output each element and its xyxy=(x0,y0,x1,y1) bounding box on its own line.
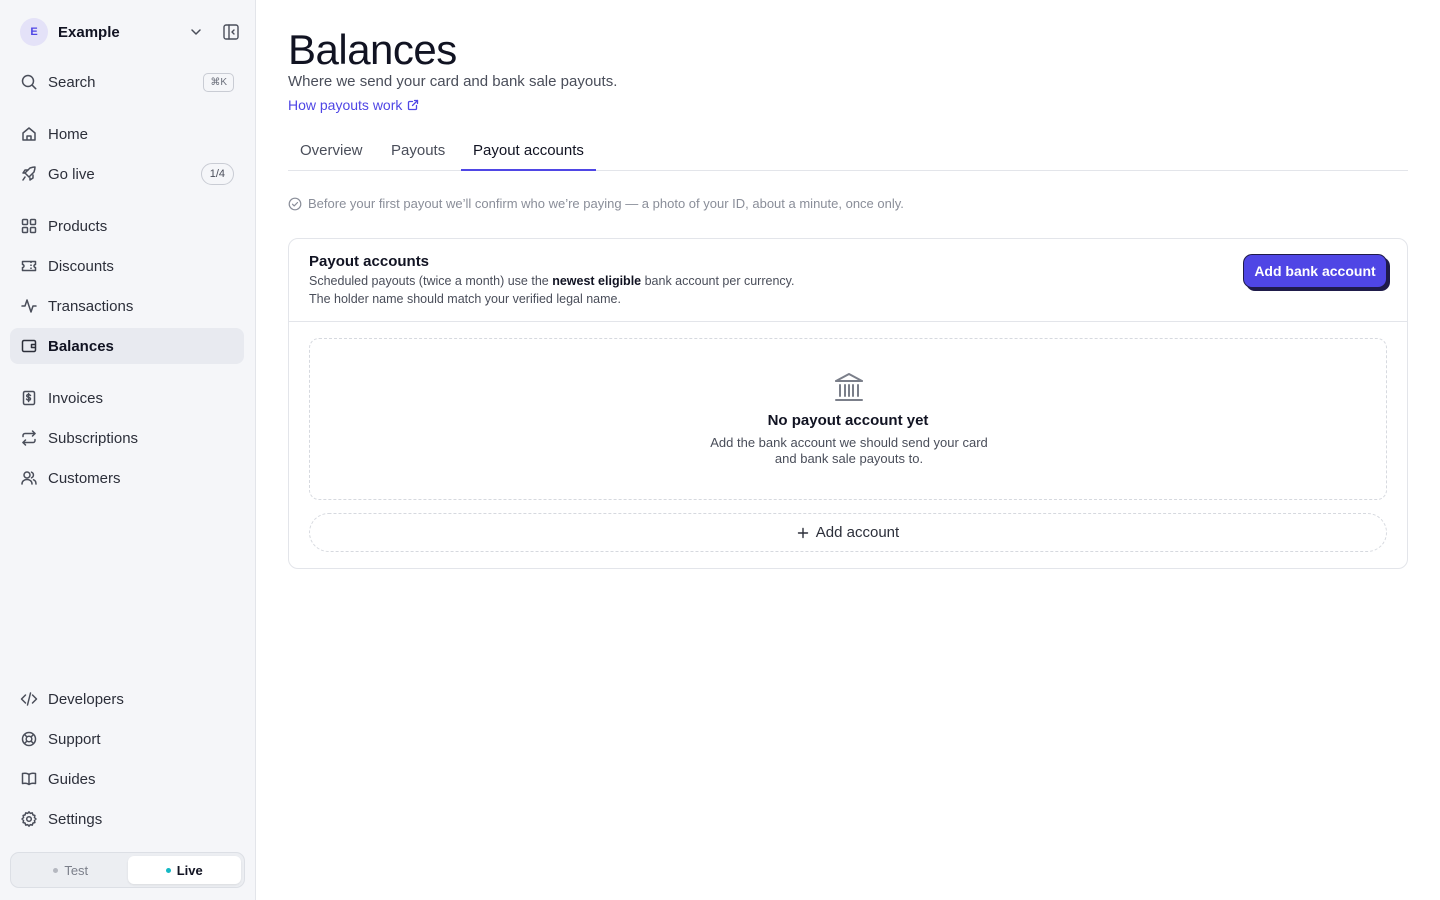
bank-icon xyxy=(835,373,863,401)
rocket-icon xyxy=(22,166,36,181)
sidebar-item-label: Home xyxy=(48,125,89,143)
grid-icon xyxy=(21,218,37,234)
test-mode-label: Test xyxy=(64,862,89,878)
sidebar-item-subscriptions[interactable]: Subscriptions xyxy=(10,420,244,456)
sidebar-item-label: Balances xyxy=(48,337,114,355)
tab-bar: Overview Payouts Payout accounts xyxy=(288,138,1408,171)
test-mode-dot xyxy=(53,867,59,873)
test-mode-option[interactable]: Test xyxy=(14,856,128,884)
wallet-icon xyxy=(21,339,37,353)
sidebar-item-go-live[interactable]: Go live 1/4 xyxy=(10,156,244,192)
tab-payout-accounts[interactable]: Payout accounts xyxy=(461,138,596,171)
sidebar-search[interactable]: Search ⌘K xyxy=(10,64,244,100)
description-emphasis: newest eligible xyxy=(552,274,642,288)
external-link-icon xyxy=(408,99,419,111)
sidebar-item-label: Discounts xyxy=(48,257,114,275)
gear-icon xyxy=(21,811,37,827)
description-text: bank account per currency. xyxy=(641,274,795,288)
sidebar-item-label: Invoices xyxy=(48,389,104,407)
sidebar-item-label: Support xyxy=(48,730,101,748)
verification-notice-text: Before your first payout we’ll confirm w… xyxy=(308,196,904,211)
sidebar-item-label: Transactions xyxy=(48,297,134,315)
empty-state-title: No payout account yet xyxy=(767,412,929,429)
sidebar: E Example Search ⌘K Home Go live 1/4 Pro… xyxy=(0,0,256,900)
home-icon xyxy=(22,127,36,141)
sidebar-item-balances[interactable]: Balances xyxy=(10,328,244,364)
verification-notice: Before your first payout we’ll confirm w… xyxy=(288,196,904,211)
payout-accounts-header: Payout accounts Scheduled payouts (twice… xyxy=(289,239,1407,322)
payout-accounts-card: Payout accounts Scheduled payouts (twice… xyxy=(288,238,1408,569)
lifebuoy-icon xyxy=(21,731,37,747)
book-icon xyxy=(21,772,37,786)
chevron-down-icon[interactable] xyxy=(188,24,204,40)
payout-accounts-title: Payout accounts xyxy=(309,253,430,270)
description-text: The holder name should match your verifi… xyxy=(309,292,621,306)
mode-toggle: Test Live xyxy=(10,852,245,888)
sidebar-item-support[interactable]: Support xyxy=(10,721,244,757)
users-icon xyxy=(21,471,37,485)
sidebar-item-label: Go live xyxy=(48,165,95,183)
workspace-name: Example xyxy=(58,23,120,41)
how-payouts-work-label: How payouts work xyxy=(288,97,403,113)
live-mode-dot xyxy=(165,867,171,873)
go-live-progress-badge: 1/4 xyxy=(200,163,234,185)
activity-icon xyxy=(21,299,37,313)
payout-accounts-description: Scheduled payouts (twice a month) use th… xyxy=(309,272,794,308)
sidebar-item-label: Customers xyxy=(48,469,121,487)
plus-icon xyxy=(797,527,808,538)
sidebar-item-discounts[interactable]: Discounts xyxy=(10,248,244,284)
ticket-icon xyxy=(21,260,37,272)
add-account-row[interactable]: Add account xyxy=(309,513,1387,552)
check-circle-icon xyxy=(288,197,302,210)
page-title: Balances xyxy=(288,26,457,73)
search-shortcut: ⌘K xyxy=(203,73,234,92)
sidebar-search-label: Search xyxy=(48,73,96,91)
code-icon xyxy=(20,692,38,706)
how-payouts-work-link[interactable]: How payouts work xyxy=(288,97,419,113)
sidebar-item-label: Guides xyxy=(48,770,96,788)
sidebar-item-guides[interactable]: Guides xyxy=(10,761,244,797)
sidebar-item-customers[interactable]: Customers xyxy=(10,460,244,496)
sidebar-item-settings[interactable]: Settings xyxy=(10,801,244,837)
live-mode-option[interactable]: Live xyxy=(127,856,241,884)
tab-overview[interactable]: Overview xyxy=(300,138,363,171)
sidebar-item-transactions[interactable]: Transactions xyxy=(10,288,244,324)
sidebar-item-label: Settings xyxy=(48,810,103,828)
description-text: Scheduled payouts (twice a month) use th… xyxy=(309,274,553,288)
workspace-switcher[interactable]: E Example xyxy=(20,18,240,46)
add-account-label: Add account xyxy=(815,524,900,541)
sidebar-item-home[interactable]: Home xyxy=(10,116,244,152)
search-icon xyxy=(21,74,37,90)
empty-state: No payout account yet Add the bank accou… xyxy=(309,338,1387,500)
page-subtitle: Where we send your card and bank sale pa… xyxy=(288,73,618,90)
tab-payouts[interactable]: Payouts xyxy=(391,138,445,171)
sidebar-item-label: Developers xyxy=(48,690,124,708)
invoice-icon xyxy=(22,390,36,406)
live-mode-label: Live xyxy=(176,862,203,878)
workspace-avatar: E xyxy=(20,18,48,46)
sidebar-item-products[interactable]: Products xyxy=(10,208,244,244)
sidebar-item-invoices[interactable]: Invoices xyxy=(10,380,244,416)
sidebar-item-label: Products xyxy=(48,217,108,235)
sidebar-item-developers[interactable]: Developers xyxy=(10,681,244,717)
collapse-sidebar-icon[interactable] xyxy=(222,23,240,41)
add-bank-account-button[interactable]: Add bank account xyxy=(1243,254,1387,288)
sidebar-item-label: Subscriptions xyxy=(48,429,139,447)
empty-state-description: Add the bank account we should send your… xyxy=(710,435,988,466)
repeat-icon xyxy=(22,430,36,446)
